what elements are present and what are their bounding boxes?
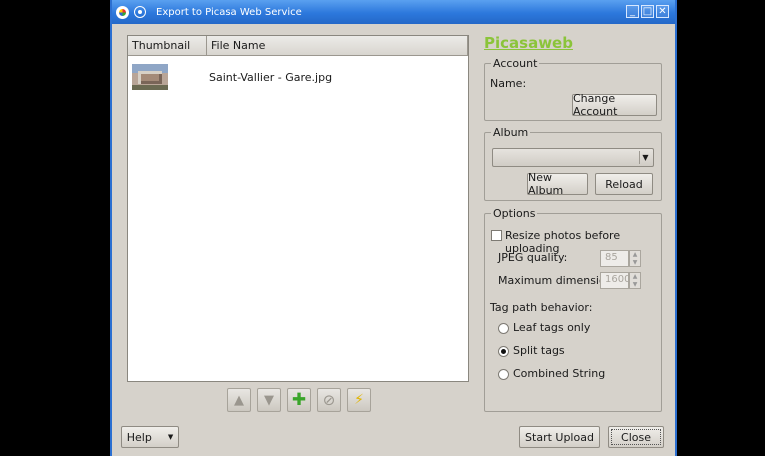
file-name: Saint-Vallier - Gare.jpg: [209, 70, 333, 84]
close-window-button[interactable]: ✕: [656, 5, 669, 18]
album-select[interactable]: ▼: [492, 148, 654, 167]
album-group-title: Album: [491, 126, 531, 139]
start-upload-button[interactable]: Start Upload: [519, 426, 600, 448]
chevron-down-icon: ▼: [167, 433, 174, 441]
column-file-name[interactable]: File Name: [207, 36, 468, 55]
remove-images-button[interactable]: ⊘: [317, 388, 341, 412]
new-album-button[interactable]: New Album: [527, 171, 588, 197]
max-dimension-input[interactable]: 1600: [600, 272, 630, 289]
split-tags-label: Split tags: [513, 344, 565, 357]
jpeg-quality-label: JPEG quality:: [498, 251, 568, 264]
thumbnail-image: [132, 64, 168, 90]
list-header: Thumbnail File Name: [128, 36, 468, 56]
jpeg-quality-stepper[interactable]: ▲ ▼: [629, 250, 641, 267]
reload-button[interactable]: Reload: [595, 173, 653, 195]
account-group-title: Account: [491, 57, 540, 70]
tag-path-label: Tag path behavior:: [490, 301, 593, 314]
options-group-title: Options: [491, 207, 538, 220]
picasa-icon: [116, 5, 129, 19]
close-button[interactable]: Close: [608, 426, 664, 448]
account-name-label: Name:: [490, 77, 527, 90]
title-bar[interactable]: Export to Picasa Web Service _ □ ✕: [112, 0, 675, 24]
jpeg-quality-input[interactable]: 85: [600, 250, 629, 267]
image-list[interactable]: Thumbnail File Name Saint-Vallier - Gare…: [127, 35, 469, 382]
list-item[interactable]: Saint-Vallier - Gare.jpg: [128, 60, 468, 94]
leaf-tags-label: Leaf tags only: [513, 321, 591, 334]
help-label: Help: [126, 430, 152, 444]
chevron-down-icon: ▼: [639, 151, 651, 164]
album-selected: [493, 149, 497, 162]
add-images-button[interactable]: ✚: [287, 388, 311, 412]
move-down-button[interactable]: ▼: [257, 388, 281, 412]
max-dimension-stepper[interactable]: ▲ ▼: [629, 272, 641, 289]
resize-checkbox[interactable]: [491, 230, 502, 241]
combined-string-label: Combined String: [513, 367, 606, 380]
process-button[interactable]: ⚡: [347, 388, 371, 412]
maximize-button[interactable]: □: [641, 5, 654, 18]
column-thumbnail[interactable]: Thumbnail: [128, 36, 207, 55]
change-account-button[interactable]: Change Account: [572, 92, 657, 118]
album-group: Album ▼ New Album Reload: [484, 126, 662, 201]
account-group: Account Name: Change Account: [484, 57, 662, 121]
pin-icon[interactable]: [134, 6, 146, 18]
minimize-button[interactable]: _: [626, 5, 639, 18]
picasaweb-link[interactable]: Picasaweb: [484, 34, 573, 52]
options-group: Options Resize photos before uploading J…: [484, 207, 662, 412]
split-tags-radio[interactable]: [498, 346, 509, 357]
leaf-tags-radio[interactable]: [498, 323, 509, 334]
combined-string-radio[interactable]: [498, 369, 509, 380]
window-title: Export to Picasa Web Service: [156, 6, 302, 18]
help-button[interactable]: Help ▼: [121, 426, 179, 448]
move-up-button[interactable]: ▲: [227, 388, 251, 412]
export-dialog: Export to Picasa Web Service _ □ ✕ Thumb…: [110, 0, 677, 456]
max-dimension-label: Maximum dimension:: [498, 274, 617, 287]
